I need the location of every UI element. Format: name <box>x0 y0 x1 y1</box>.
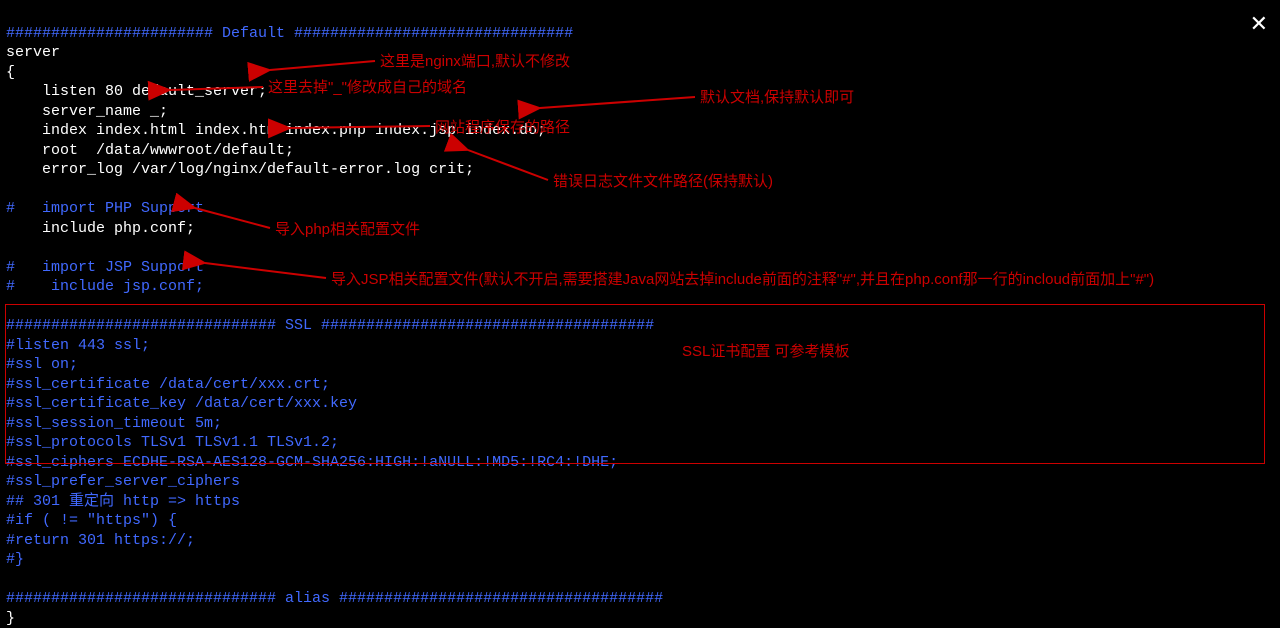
annotation-ssl: SSL证书配置 可参考模板 <box>682 342 850 362</box>
code-line: } <box>6 610 15 627</box>
code-line: server <box>6 44 60 61</box>
annotation-port: 这里是nginx端口,默认不修改 <box>380 52 570 72</box>
code-line: root /data/wwwroot/default; <box>6 142 294 159</box>
code-line: ############################## alias ###… <box>6 590 663 607</box>
annotation-defaultdoc: 默认文档,保持默认即可 <box>700 88 854 108</box>
code-line: #ssl_prefer_server_ciphers <box>6 473 240 490</box>
annotation-servername: 这里去掉"_"修改成自己的域名 <box>268 78 467 98</box>
code-line: { <box>6 64 15 81</box>
code-line: #ssl_session_timeout 5m; <box>6 415 222 432</box>
code-line: #ssl_certificate /data/cert/xxx.crt; <box>6 376 330 393</box>
code-line: include php.conf; <box>6 220 195 237</box>
annotation-root: 网站程序保存的路径 <box>435 118 570 138</box>
code-line: ####################### Default ########… <box>6 25 573 42</box>
annotation-php: 导入php相关配置文件 <box>275 220 420 240</box>
code-line: #listen 443 ssl; <box>6 337 150 354</box>
code-line: listen 80 default_server; <box>6 83 267 100</box>
code-line: #ssl_protocols TLSv1 TLSv1.1 TLSv1.2; <box>6 434 339 451</box>
code-line: # include jsp.conf; <box>6 278 204 295</box>
annotation-errorlog: 错误日志文件文件路径(保持默认) <box>553 172 773 192</box>
code-line: server_name _; <box>6 103 168 120</box>
config-code-block: ####################### Default ########… <box>6 4 1274 628</box>
code-line: #ssl on; <box>6 356 78 373</box>
code-line: #} <box>6 551 24 568</box>
code-line: ############################## SSL #####… <box>6 317 654 334</box>
code-line: ## 301 重定向 http => https <box>6 493 240 510</box>
code-line: # import JSP Support <box>6 259 204 276</box>
code-line: #ssl_certificate_key /data/cert/xxx.key <box>6 395 357 412</box>
annotation-jsp: 导入JSP相关配置文件(默认不开启,需要搭建Java网站去掉include前面的… <box>331 270 1154 290</box>
code-line: # import PHP Support <box>6 200 204 217</box>
code-line: #return 301 https://; <box>6 532 195 549</box>
code-line: error_log /var/log/nginx/default-error.l… <box>6 161 474 178</box>
code-line: #ssl_ciphers ECDHE-RSA-AES128-GCM-SHA256… <box>6 454 618 471</box>
code-line: #if ( != "https") { <box>6 512 177 529</box>
